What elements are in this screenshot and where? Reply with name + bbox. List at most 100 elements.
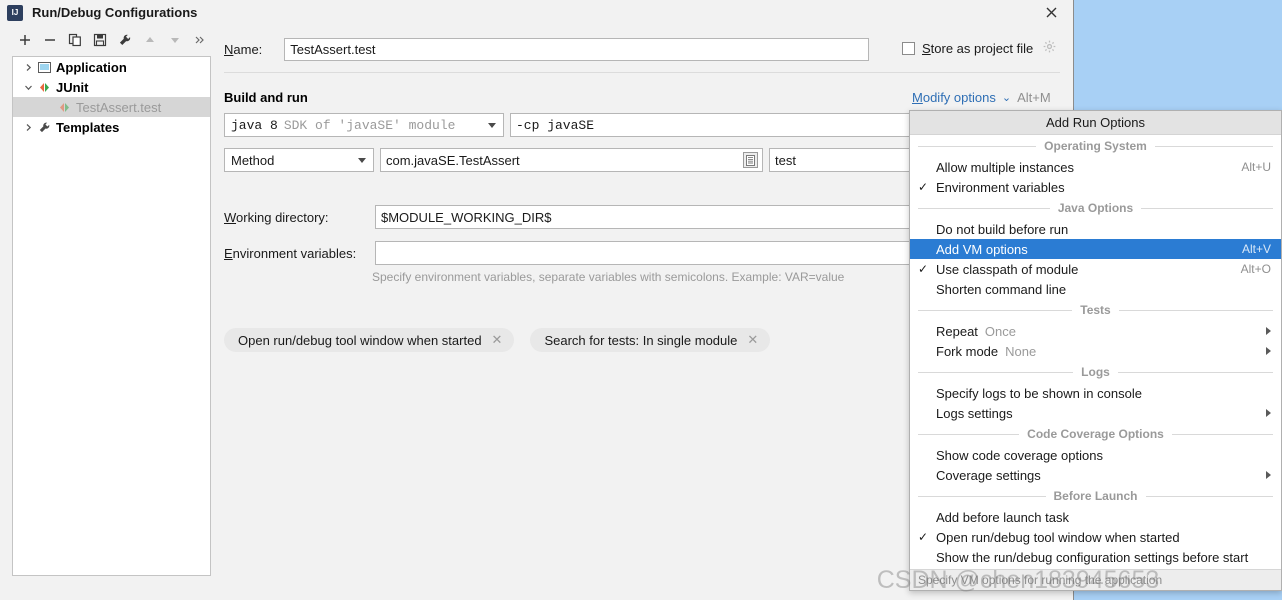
menu-item-show-code-coverage-options[interactable]: Show code coverage options [910, 445, 1281, 465]
name-row: Name: TestAssert.test [224, 38, 870, 61]
chip-label: Open run/debug tool window when started [238, 332, 482, 348]
menu-item-open-run-debug-tool-window[interactable]: ✓ Open run/debug tool window when starte… [910, 527, 1281, 547]
chevron-right-icon[interactable] [21, 60, 35, 74]
menu-item-label: Logs settings [936, 405, 1013, 421]
tree-item-testassert-test[interactable]: TestAssert.test [13, 97, 210, 117]
method-value: test [775, 152, 796, 168]
menu-item-label: Show code coverage options [936, 447, 1103, 463]
menu-group-header-logs: Logs [910, 361, 1281, 383]
menu-group-header-before-launch: Before Launch [910, 485, 1281, 507]
name-label: Name: [224, 42, 263, 57]
menu-item-coverage-settings[interactable]: Coverage settings [910, 465, 1281, 485]
menu-item-value: None [1005, 343, 1037, 359]
jre-select[interactable]: java 8 SDK of 'javaSE' module [224, 113, 504, 137]
chevron-right-icon [1266, 327, 1271, 335]
menu-item-add-vm-options[interactable]: Add VM options Alt+V [910, 239, 1281, 259]
separator-line [1117, 371, 1274, 373]
separator-line [1154, 145, 1274, 147]
junit-icon [55, 101, 73, 114]
chip-open-run-debug-tool-window[interactable]: Open run/debug tool window when started … [224, 328, 515, 352]
minus-icon [44, 39, 55, 41]
environment-variables-label: Environment variables: [224, 246, 357, 261]
menu-item-show-config-settings-before-start[interactable]: Show the run/debug configuration setting… [910, 547, 1281, 567]
chevron-right-icon [1266, 347, 1271, 355]
menu-item-use-classpath-of-module[interactable]: ✓ Use classpath of module Alt+O [910, 259, 1281, 279]
menu-group-label: Code Coverage Options [1027, 427, 1164, 441]
menu-item-repeat[interactable]: Repeat Once [910, 321, 1281, 341]
dialog-title: Run/Debug Configurations [32, 5, 198, 20]
menu-item-shortcut: Alt+O [1240, 262, 1271, 276]
option-chips: Open run/debug tool window when started … [224, 328, 771, 352]
separator-line [918, 433, 1020, 435]
menu-item-shorten-command-line[interactable]: Shorten command line [910, 279, 1281, 299]
move-up-button[interactable] [137, 28, 162, 52]
remove-configuration-button[interactable] [37, 28, 62, 52]
build-and-run-heading: Build and run [224, 90, 308, 105]
copy-configuration-button[interactable] [62, 28, 87, 52]
checkmark-icon: ✓ [918, 530, 929, 544]
test-kind-value: Method [231, 152, 275, 168]
class-chooser-icon[interactable] [743, 152, 758, 168]
menu-item-environment-variables[interactable]: ✓ Environment variables [910, 177, 1281, 197]
menu-item-value: Once [984, 323, 1016, 339]
name-input[interactable]: TestAssert.test [284, 38, 870, 61]
separator-line [918, 309, 1073, 311]
menu-item-label: Do not build before run [936, 221, 1069, 237]
modify-options-row[interactable]: Modify options ⌄ Alt+M [912, 90, 1051, 105]
tree-item-application[interactable]: Application [13, 57, 210, 77]
class-input[interactable]: com.javaSE.TestAssert [380, 148, 763, 172]
move-down-button[interactable] [162, 28, 187, 52]
add-run-options-menu: Add Run Options Operating System Allow m… [909, 110, 1282, 591]
test-kind-select[interactable]: Method [224, 148, 374, 172]
menu-title: Add Run Options [910, 111, 1281, 135]
close-small-icon[interactable]: ✕ [492, 332, 503, 348]
menu-item-specify-logs[interactable]: Specify logs to be shown in console [910, 383, 1281, 403]
menu-item-logs-settings[interactable]: Logs settings [910, 403, 1281, 423]
gear-icon[interactable] [1043, 40, 1056, 56]
configurations-toolbar [0, 26, 212, 54]
modify-options-link[interactable]: Modify options [912, 90, 996, 105]
chip-search-for-tests[interactable]: Search for tests: In single module ✕ [530, 328, 771, 352]
menu-item-add-before-launch-task[interactable]: Add before launch task [910, 507, 1281, 527]
separator-line [1118, 309, 1273, 311]
chevron-right-icon [1266, 409, 1271, 417]
store-as-project-file-row[interactable]: Store as project file [902, 40, 1056, 56]
chevron-down-icon[interactable] [21, 80, 35, 94]
separator-line [918, 145, 1037, 147]
menu-group-label: Before Launch [1053, 489, 1138, 503]
menu-group-label: Operating System [1044, 139, 1147, 153]
menu-item-label: Repeat [936, 323, 978, 339]
tree-item-templates[interactable]: Templates [13, 117, 210, 137]
menu-item-shortcut: Alt+U [1241, 160, 1271, 174]
chevron-down-icon[interactable]: ⌄ [1002, 91, 1011, 104]
application-icon [35, 61, 53, 74]
separator-line [1171, 433, 1273, 435]
save-configuration-button[interactable] [87, 28, 112, 52]
menu-item-label: Add before launch task [936, 509, 1069, 525]
menu-item-label: Environment variables [936, 179, 1065, 195]
close-small-icon[interactable]: ✕ [747, 332, 758, 348]
wrench-icon [35, 121, 53, 134]
chevron-down-icon [488, 123, 496, 128]
configurations-tree[interactable]: Application JUnit TestAssert.test Templa… [12, 56, 211, 576]
menu-item-fork-mode[interactable]: Fork mode None [910, 341, 1281, 361]
wrench-icon [119, 34, 130, 45]
chevron-right-icon[interactable] [21, 120, 35, 134]
menu-item-allow-multiple-instances[interactable]: Allow multiple instances Alt+U [910, 157, 1281, 177]
tree-item-junit[interactable]: JUnit [13, 77, 210, 97]
add-configuration-button[interactable] [12, 28, 37, 52]
menu-item-label: Fork mode [936, 343, 999, 359]
store-as-project-file-checkbox[interactable] [902, 41, 915, 55]
edit-templates-button[interactable] [112, 28, 137, 52]
close-icon [1046, 7, 1056, 18]
more-button[interactable] [187, 28, 212, 52]
checkmark-icon: ✓ [918, 180, 929, 194]
jre-value-detail: SDK of 'javaSE' module [283, 117, 456, 133]
menu-item-do-not-build-before-run[interactable]: Do not build before run [910, 219, 1281, 239]
arrow-up-icon [145, 37, 154, 42]
close-button[interactable] [1028, 0, 1073, 25]
menu-group-label: Tests [1080, 303, 1111, 317]
menu-item-label: Shorten command line [936, 281, 1067, 297]
plus-icon [19, 35, 30, 45]
class-value: com.javaSE.TestAssert [386, 152, 520, 168]
